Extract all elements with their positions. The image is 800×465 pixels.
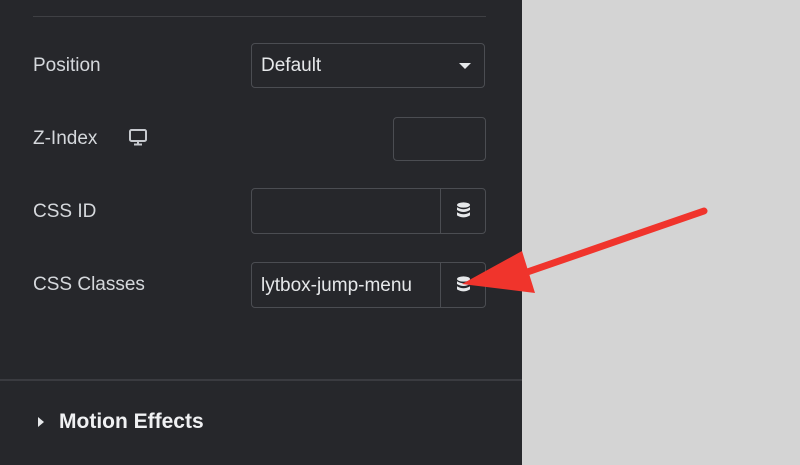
annotation-arrow <box>462 207 708 293</box>
